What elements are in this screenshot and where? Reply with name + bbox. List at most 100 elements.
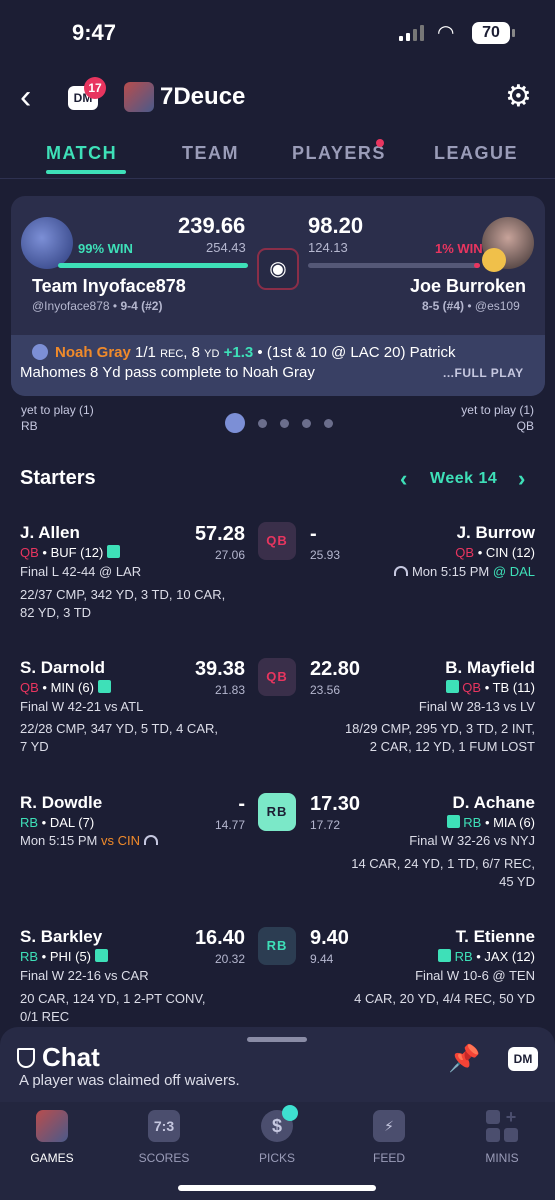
player-team: • JAX (12) (472, 949, 535, 964)
player-name[interactable]: D. Achane (452, 793, 535, 813)
player-score: 16.40 (194, 927, 245, 949)
play-desc1: • (1st & 10 @ LAC 20) Patrick (253, 344, 456, 361)
game-status: Final W 10-6 @ TEN (415, 968, 535, 983)
nav-label: PICKS (258, 1151, 295, 1165)
games-icon (36, 1110, 68, 1142)
right-win-probability: 1% WIN (435, 241, 483, 256)
chat-dm-button[interactable]: DM (508, 1047, 538, 1071)
player-team: • MIA (6) (481, 815, 535, 830)
prev-week-button[interactable]: ‹ (400, 466, 407, 492)
player-score: 17.30 (310, 793, 361, 815)
nav-scores[interactable]: 7:3 SCORES (119, 1110, 209, 1165)
pager-dot[interactable] (302, 418, 311, 428)
right-team-name[interactable]: Joe Burroken (410, 276, 526, 297)
drag-handle[interactable] (247, 1037, 307, 1042)
game-status: Final W 42-21 vs ATL (20, 699, 144, 714)
player-pos: RB (463, 815, 482, 830)
player-team: • BUF (12) (38, 545, 104, 560)
status-time: 9:47 (72, 20, 117, 45)
nav-minis[interactable]: + MINIS (457, 1108, 547, 1165)
divider (0, 178, 555, 179)
player-meta: RB • MIA (6) (446, 815, 535, 830)
player-name[interactable]: J. Burrow (457, 523, 535, 543)
left-team-name[interactable]: Team Inyoface878 (32, 276, 186, 297)
player-projection: 25.93 (310, 548, 341, 562)
game-status: Final W 32-26 vs NYJ (409, 833, 535, 848)
left-team-record: 9-4 (#2) (120, 299, 163, 313)
back-button[interactable]: ‹ (20, 80, 31, 114)
tab-match[interactable]: MATCH (46, 143, 117, 164)
player-pos: QB (455, 545, 475, 560)
pager-dot[interactable] (280, 418, 289, 428)
player-projection: 21.83 (214, 683, 245, 697)
player-name[interactable]: S. Darnold (20, 658, 105, 678)
slot-badge-rb: RB (258, 793, 296, 831)
player-meta: QB • TB (11) (445, 680, 535, 695)
game-status: Final W 22-16 vs CAR (20, 968, 149, 983)
player-name[interactable]: R. Dowdle (20, 793, 102, 813)
right-yet-to-play: yet to play (1) (461, 403, 534, 417)
player-team: • DAL (7) (38, 815, 95, 830)
play-desc2: Mahomes 8 Yd pass complete to Noah Gray (20, 364, 315, 381)
gear-icon[interactable]: ⚙ (505, 82, 532, 112)
tab-league[interactable]: LEAGUE (434, 143, 518, 164)
cellular-signal-icon (399, 25, 424, 41)
right-team-subline: 8-5 (#4) • @es109 (422, 299, 520, 313)
right-yet-to-play-pos: QB (516, 419, 534, 433)
right-win-bar (308, 263, 480, 268)
chat-last-message[interactable]: A player was claimed off waivers. (19, 1072, 240, 1089)
league-avatar[interactable] (124, 82, 154, 112)
week-label[interactable]: Week 14 (430, 470, 497, 488)
scoreboard-icon: 7:3 (148, 1110, 180, 1142)
play-stat-b-unit: YD (204, 348, 220, 360)
nav-feed[interactable]: ⚡ FEED (344, 1110, 434, 1165)
pager-avatar (225, 413, 245, 433)
player-stats-line2: 7 YD (20, 739, 49, 754)
slot-badge-rb: RB (258, 927, 296, 965)
league-name[interactable]: 7Deuce (160, 83, 245, 111)
player-meta: QB • CIN (12) (455, 545, 535, 560)
player-stats-line1: 22/28 CMP, 347 YD, 5 TD, 4 CAR, (20, 721, 218, 736)
news-icon[interactable] (445, 680, 459, 693)
pin-icon[interactable]: 📌 (448, 1043, 480, 1074)
game-status: Mon 5:15 PM vs CIN (20, 833, 162, 848)
left-team-handle: @Inyoface878 (32, 299, 110, 313)
news-icon[interactable] (106, 545, 120, 558)
player-meta: RB • DAL (7) (20, 815, 94, 830)
player-score: 39.38 (194, 658, 245, 680)
nav-picks[interactable]: $ PICKS (232, 1110, 322, 1165)
play-player: Noah Gray (55, 344, 131, 361)
player-name[interactable]: B. Mayfield (445, 658, 535, 678)
pager-dot[interactable] (324, 418, 333, 428)
player-name[interactable]: J. Allen (20, 523, 80, 543)
pager-dot[interactable] (258, 418, 267, 428)
battery-icon: 70 (472, 22, 515, 44)
pager-dots[interactable] (225, 413, 333, 433)
matchup-icon[interactable]: ◉ (257, 248, 299, 290)
nav-games[interactable]: GAMES (7, 1110, 97, 1165)
left-win-bar (58, 263, 248, 268)
news-icon[interactable] (437, 949, 451, 962)
home-indicator (178, 1185, 376, 1191)
starters-title: Starters (20, 467, 96, 489)
player-name[interactable]: T. Etienne (456, 927, 535, 947)
nav-label: GAMES (30, 1151, 74, 1165)
player-stats-line1: 22/37 CMP, 342 YD, 3 TD, 10 CAR, (20, 587, 226, 602)
chat-title[interactable]: Chat (42, 1042, 100, 1073)
full-play-link[interactable]: ...FULL PLAY (443, 366, 524, 380)
news-icon[interactable] (94, 949, 108, 962)
stadium-icon (393, 566, 408, 576)
game-status: Mon 5:15 PM @ DAL (393, 564, 535, 579)
slot-badge-qb: QB (258, 658, 296, 696)
player-stats-line2: 0/1 REC (20, 1009, 70, 1024)
player-name[interactable]: S. Barkley (20, 927, 102, 947)
tab-players[interactable]: PLAYERS (292, 143, 386, 164)
play-stat-b: , 8 (183, 344, 200, 361)
nav-label: FEED (372, 1151, 405, 1165)
left-team-avatar[interactable] (21, 217, 73, 269)
next-week-button[interactable]: › (518, 466, 525, 492)
tab-team[interactable]: TEAM (182, 143, 239, 164)
player-team: • TB (11) (481, 680, 535, 695)
news-icon[interactable] (97, 680, 111, 693)
news-icon[interactable] (446, 815, 460, 828)
